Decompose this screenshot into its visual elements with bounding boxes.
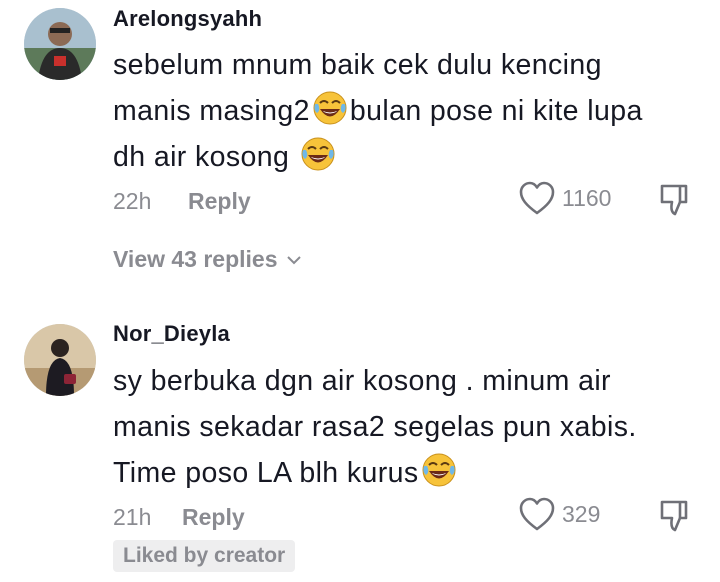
laughing-tears-emoji [312, 90, 348, 126]
like-button[interactable]: 329 [518, 496, 600, 532]
comment-text-part: bulan pose ni kite lupa [349, 95, 643, 127]
comment-line: manis sekadar rasa2 segelas pun xabis. [113, 411, 637, 443]
liked-by-creator-badge: Liked by creator [113, 540, 296, 572]
dislike-button[interactable] [658, 182, 694, 218]
comment-text-part: manis masing2 [113, 95, 310, 127]
dislike-button[interactable] [658, 498, 694, 534]
view-replies-label: View 43 replies [113, 246, 278, 272]
reply-button[interactable]: Reply [182, 504, 245, 531]
comment-line: Time poso LA blh kurus [113, 450, 703, 496]
comment-text: sebelum mnum baik cek dulu kencing manis… [113, 42, 703, 180]
comment-line: manis masing2 bulan pose ni kite lupa [113, 88, 703, 134]
comment-line: dh air kosong [113, 134, 703, 180]
timestamp: 22h [113, 188, 152, 214]
comment-line: sebelum mnum baik cek dulu kencing [113, 49, 602, 81]
comment-line: sy berbuka dgn air kosong . minum air [113, 365, 611, 397]
laughing-tears-emoji [300, 136, 336, 172]
view-replies-button[interactable]: View 43 replies [113, 246, 302, 273]
avatar[interactable] [24, 324, 96, 396]
comment-text-part: Time poso LA blh kurus [113, 457, 419, 489]
like-button[interactable]: 1160 [518, 180, 611, 216]
reply-button[interactable]: Reply [188, 188, 251, 215]
heart-outline-icon [519, 497, 555, 531]
laughing-tears-emoji [421, 452, 457, 488]
like-count: 1160 [562, 184, 612, 211]
avatar[interactable] [24, 8, 96, 80]
comment-text-part: dh air kosong [113, 141, 290, 173]
chevron-down-icon [286, 255, 301, 264]
timestamp: 21h [113, 504, 152, 530]
thumbs-down-icon [660, 500, 688, 532]
username[interactable]: Arelongsyahh [113, 6, 262, 32]
comment-text: sy berbuka dgn air kosong . minum air ma… [113, 358, 703, 496]
thumbs-down-icon [660, 184, 688, 216]
like-count: 329 [562, 500, 601, 527]
heart-outline-icon [519, 181, 555, 215]
username[interactable]: Nor_Dieyla [113, 321, 230, 347]
